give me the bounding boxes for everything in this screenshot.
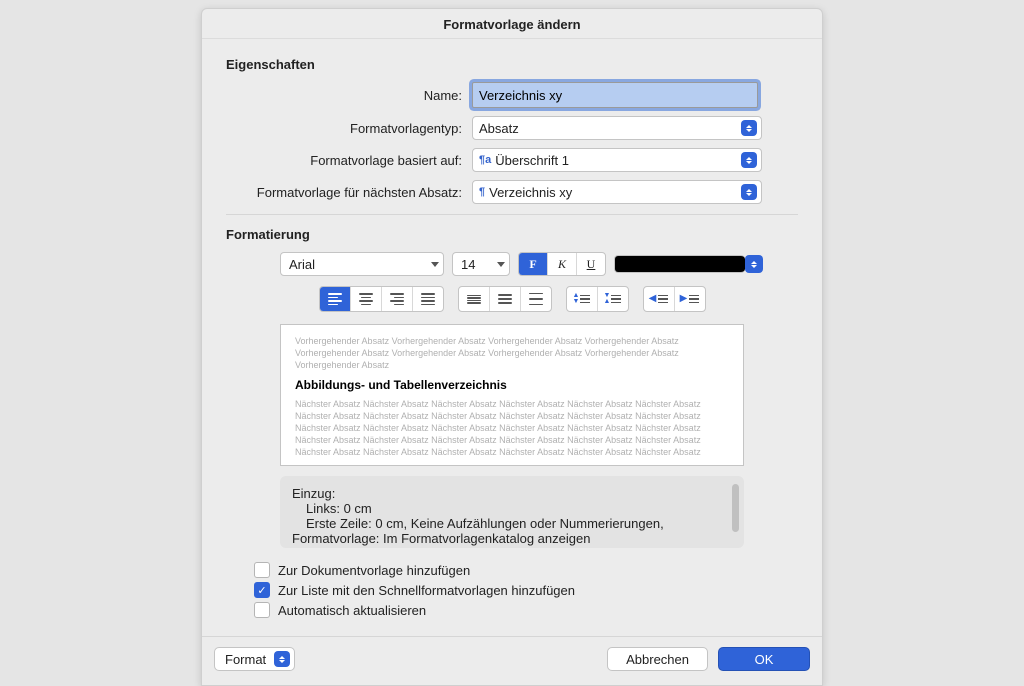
cancel-button[interactable]: Abbrechen <box>607 647 708 671</box>
pilcrow-icon: ¶ <box>479 186 485 198</box>
auto-update-checkbox[interactable] <box>254 602 270 618</box>
format-menu-label: Format <box>225 652 266 667</box>
style-type-label: Formatvorlagentyp: <box>226 121 472 136</box>
next-paragraph-select[interactable]: ¶ Verzeichnis xy <box>472 180 762 204</box>
line-spacing-group <box>458 286 552 312</box>
ok-button[interactable]: OK <box>718 647 810 671</box>
add-to-quickstyles-label: Zur Liste mit den Schnellformatvorlagen … <box>278 583 575 598</box>
indent-group: ◀ ▶ <box>643 286 706 312</box>
align-left-button[interactable] <box>320 287 351 311</box>
increase-indent-button[interactable]: ▶ <box>675 287 705 311</box>
next-paragraph-value: Verzeichnis xy <box>489 185 741 200</box>
chevrons-icon <box>741 152 757 168</box>
paragraph-space-decrease-button[interactable]: ▼▲ <box>598 287 628 311</box>
add-to-template-label: Zur Dokumentvorlage hinzufügen <box>278 563 470 578</box>
add-to-quickstyles-checkbox[interactable]: ✓ <box>254 582 270 598</box>
desc-line-2: Links: 0 cm <box>292 501 732 516</box>
style-preview: Vorhergehender Absatz Vorhergehender Abs… <box>280 324 744 466</box>
line-spacing-onehalf-button[interactable] <box>490 287 521 311</box>
font-size-select[interactable]: 14 <box>452 252 510 276</box>
chevrons-icon <box>274 651 290 667</box>
paragraph-spacing-group: ▲▼ ▼▲ <box>566 286 629 312</box>
font-family-value: Arial <box>289 257 427 272</box>
next-paragraph-label: Formatvorlage für nächsten Absatz: <box>226 185 472 200</box>
formatting-section-header: Formatierung <box>226 227 798 242</box>
line-spacing-double-button[interactable] <box>521 287 551 311</box>
desc-line-3: Erste Zeile: 0 cm, Keine Aufzählungen od… <box>292 516 732 531</box>
underline-button[interactable]: U <box>577 253 605 275</box>
line-spacing-single-button[interactable] <box>459 287 490 311</box>
align-right-button[interactable] <box>382 287 413 311</box>
decrease-indent-button[interactable]: ◀ <box>644 287 675 311</box>
pilcrow-a-icon: ¶a <box>479 154 491 166</box>
name-label: Name: <box>226 88 472 103</box>
align-center-button[interactable] <box>351 287 382 311</box>
font-color-dropdown[interactable] <box>745 255 763 273</box>
preview-next-text: Nächster Absatz Nächster Absatz Nächster… <box>295 398 729 459</box>
font-color-swatch[interactable] <box>614 255 745 273</box>
auto-update-label: Automatisch aktualisieren <box>278 603 426 618</box>
based-on-label: Formatvorlage basiert auf: <box>226 153 472 168</box>
chevrons-icon <box>741 184 757 200</box>
modify-style-dialog: Formatvorlage ändern Eigenschaften Name:… <box>201 8 823 686</box>
italic-button[interactable]: K <box>548 253 577 275</box>
scrollbar-thumb[interactable] <box>732 484 739 532</box>
based-on-value: Überschrift 1 <box>495 153 741 168</box>
font-style-group: F K U <box>518 252 606 276</box>
preview-sample-heading: Abbildungs- und Tabellenverzeichnis <box>295 377 729 393</box>
bold-button[interactable]: F <box>519 253 548 275</box>
properties-section-header: Eigenschaften <box>226 57 798 72</box>
style-type-select[interactable]: Absatz <box>472 116 762 140</box>
format-menu-button[interactable]: Format <box>214 647 295 671</box>
alignment-group <box>319 286 444 312</box>
based-on-select[interactable]: ¶a Überschrift 1 <box>472 148 762 172</box>
preview-previous-text: Vorhergehender Absatz Vorhergehender Abs… <box>295 335 729 371</box>
add-to-template-checkbox[interactable] <box>254 562 270 578</box>
style-type-value: Absatz <box>479 121 741 136</box>
desc-line-1: Einzug: <box>292 486 732 501</box>
font-family-select[interactable]: Arial <box>280 252 444 276</box>
dialog-title: Formatvorlage ändern <box>202 9 822 39</box>
font-size-value: 14 <box>461 257 493 272</box>
paragraph-space-increase-button[interactable]: ▲▼ <box>567 287 598 311</box>
desc-line-4: Formatvorlage: Im Formatvorlagenkatalog … <box>292 531 732 546</box>
style-description: Einzug: Links: 0 cm Erste Zeile: 0 cm, K… <box>280 476 744 548</box>
divider <box>226 214 798 215</box>
align-justify-button[interactable] <box>413 287 443 311</box>
chevrons-icon <box>741 120 757 136</box>
chevron-down-icon <box>497 262 505 267</box>
chevron-down-icon <box>431 262 439 267</box>
name-input[interactable] <box>472 82 758 108</box>
